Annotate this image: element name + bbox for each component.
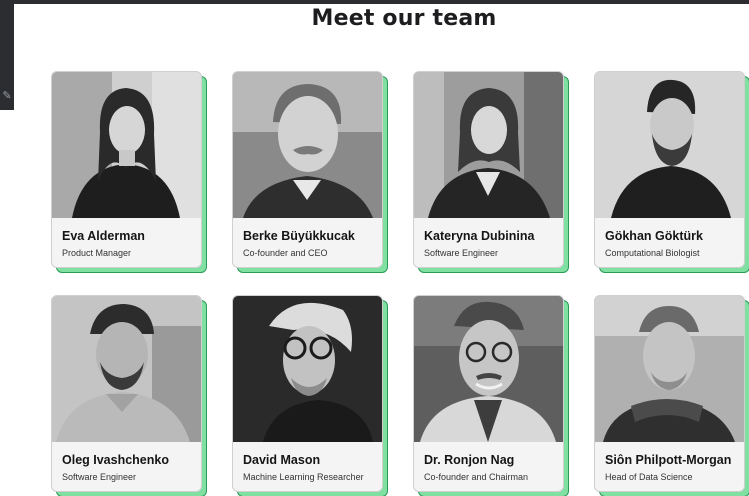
member-name: David Mason — [243, 453, 321, 467]
team-member-card[interactable]: Kateryna Dubinina Software Engineer — [413, 71, 569, 273]
member-role: Software Engineer — [62, 472, 137, 482]
card-body[interactable]: Siôn Philpott-Morgan Head of Data Scienc… — [594, 295, 745, 492]
member-name: Oleg Ivashchenko — [62, 453, 169, 467]
portrait-photo — [414, 296, 563, 442]
card-body[interactable]: David Mason Machine Learning Researcher — [232, 295, 383, 492]
member-name: Eva Alderman — [62, 229, 145, 243]
portrait-photo — [233, 72, 382, 218]
portrait-photo — [595, 72, 744, 218]
team-member-card[interactable]: Eva Alderman Product Manager — [51, 71, 207, 273]
member-role: Co-founder and CEO — [243, 248, 328, 258]
team-grid: Eva Alderman Product Manager Berke Büyük… — [51, 71, 749, 496]
window-top-edge — [0, 0, 749, 4]
member-role: Product Manager — [62, 248, 132, 258]
member-name: Gökhan Göktürk — [605, 229, 703, 243]
team-member-card[interactable]: Oleg Ivashchenko Software Engineer — [51, 295, 207, 496]
portrait-photo — [414, 72, 563, 218]
card-body[interactable]: Dr. Ronjon Nag Co-founder and Chairman — [413, 295, 564, 492]
portrait-photo — [52, 72, 201, 218]
card-body[interactable]: Berke Büyükkucak Co-founder and CEO — [232, 71, 383, 268]
team-member-card[interactable]: Dr. Ronjon Nag Co-founder and Chairman — [413, 295, 569, 496]
team-member-card[interactable]: Gökhan Göktürk Computational Biologist — [594, 71, 749, 273]
member-role: Head of Data Science — [605, 472, 693, 482]
member-name: Dr. Ronjon Nag — [424, 453, 515, 467]
team-member-card[interactable]: David Mason Machine Learning Researcher — [232, 295, 388, 496]
member-role: Computational Biologist — [605, 248, 700, 258]
member-role: Software Engineer — [424, 248, 499, 258]
member-role: Co-founder and Chairman — [424, 472, 529, 482]
member-name: Kateryna Dubinina — [424, 229, 535, 243]
member-role: Machine Learning Researcher — [243, 472, 364, 482]
card-body[interactable]: Kateryna Dubinina Software Engineer — [413, 71, 564, 268]
portrait-photo — [595, 296, 744, 442]
portrait-photo — [233, 296, 382, 442]
card-body[interactable]: Gökhan Göktürk Computational Biologist — [594, 71, 745, 268]
member-name: Siôn Philpott-Morgan — [605, 453, 732, 467]
pen-icon[interactable]: ✎ — [1, 90, 13, 102]
card-body[interactable]: Eva Alderman Product Manager — [51, 71, 202, 268]
card-body[interactable]: Oleg Ivashchenko Software Engineer — [51, 295, 202, 492]
team-member-card[interactable]: Berke Büyükkucak Co-founder and CEO — [232, 71, 388, 273]
page-title: Meet our team — [311, 6, 497, 31]
member-name: Berke Büyükkucak — [243, 229, 355, 243]
team-page: ✎ Meet our team Eva Alderman Product Man… — [0, 0, 749, 496]
team-member-card[interactable]: Siôn Philpott-Morgan Head of Data Scienc… — [594, 295, 749, 496]
portrait-photo — [52, 296, 201, 442]
